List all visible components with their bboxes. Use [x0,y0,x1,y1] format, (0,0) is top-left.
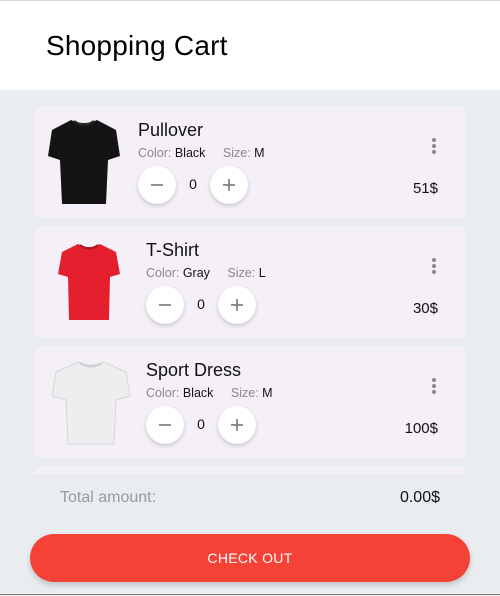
color-label: Color: [146,386,180,400]
cart-item-partial [34,466,466,474]
plus-icon [231,419,243,431]
more-vertical-icon [432,258,436,274]
color-label: Color: [146,266,180,280]
product-image-red-tshirt [58,244,120,320]
more-options-button[interactable] [426,256,442,276]
cart-item-list[interactable]: Pullover Color: Black Size: M 0 51$ T-Sh… [34,106,466,474]
color-label: Color: [138,146,172,160]
more-options-button[interactable] [426,376,442,396]
size-value: M [254,146,265,160]
minus-icon [159,424,171,426]
quantity-value: 0 [197,296,205,312]
product-image-white-tshirt [51,361,131,445]
increase-quantity-button[interactable] [218,286,256,324]
product-meta: Color: Gray Size: L [146,266,266,280]
minus-icon [159,304,171,306]
decrease-quantity-button[interactable] [138,166,176,204]
product-meta: Color: Black Size: M [146,386,273,400]
size-label: Size: [222,146,251,160]
size-value: L [258,266,266,280]
color-value: Gray [182,266,210,280]
bottom-divider [0,594,500,595]
product-name: Sport Dress [146,360,242,380]
size-label: Size: [230,386,259,400]
minus-icon [151,184,163,186]
plus-icon [231,299,243,311]
quantity-value: 0 [189,176,197,192]
cart-item: T-Shirt Color: Gray Size: L 0 30$ [34,226,466,338]
increase-quantity-button[interactable] [210,166,248,204]
product-price: 51$ [412,180,438,197]
size-label: Size: [227,266,256,280]
product-price: 100$ [404,420,438,437]
product-name: Pullover [138,120,204,140]
decrease-quantity-button[interactable] [146,286,184,324]
plus-icon [223,179,235,191]
more-vertical-icon [432,138,436,154]
increase-quantity-button[interactable] [218,406,256,444]
product-name: T-Shirt [146,240,200,260]
more-vertical-icon [432,378,436,394]
color-value: Black [182,386,214,400]
more-options-button[interactable] [426,136,442,156]
total-amount-label: Total amount: [60,489,157,506]
app-header: Shopping Cart [0,0,500,90]
decrease-quantity-button[interactable] [146,406,184,444]
total-amount-value: 0.00$ [399,489,440,506]
quantity-value: 0 [197,416,205,432]
product-price: 30$ [412,300,438,317]
product-meta: Color: Black Size: M [138,146,265,160]
cart-item: Sport Dress Color: Black Size: M 0 100$ [34,346,466,458]
color-value: Black [174,146,206,160]
checkout-button[interactable]: CHECK OUT [30,534,470,582]
page-title: Shopping Cart [46,30,228,61]
size-value: M [262,386,273,400]
product-image-black-tshirt [48,120,120,204]
cart-item: Pullover Color: Black Size: M 0 51$ [34,106,466,218]
